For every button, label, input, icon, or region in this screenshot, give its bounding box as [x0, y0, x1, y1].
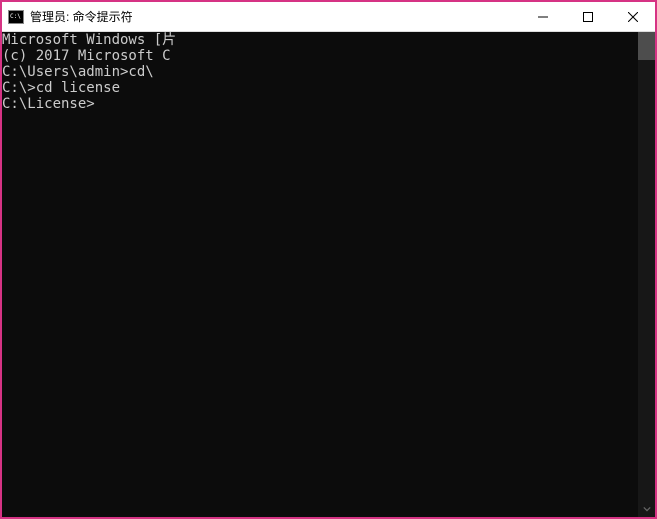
titlebar[interactable]: 管理员: 命令提示符: [2, 2, 655, 32]
terminal-line: C:\>cd license: [2, 80, 638, 96]
scrollbar-down-button[interactable]: [638, 500, 655, 517]
terminal-line: C:\Users\admin>cd\: [2, 64, 638, 80]
maximize-button[interactable]: [565, 2, 610, 31]
terminal-content[interactable]: Microsoft Windows [片(c) 2017 Microsoft C…: [2, 32, 638, 517]
cmd-window: 管理员: 命令提示符 Microsoft Windows [片(c) 2017 …: [2, 2, 655, 517]
scrollbar-track[interactable]: [638, 32, 655, 500]
terminal-line: (c) 2017 Microsoft C: [2, 48, 638, 64]
terminal-area: Microsoft Windows [片(c) 2017 Microsoft C…: [2, 32, 655, 517]
scrollbar-thumb[interactable]: [638, 32, 655, 60]
vertical-scrollbar[interactable]: [638, 32, 655, 517]
terminal-prompt-line: C:\License>: [2, 96, 638, 112]
minimize-button[interactable]: [520, 2, 565, 31]
close-button[interactable]: [610, 2, 655, 31]
window-controls: [520, 2, 655, 31]
cmd-icon: [8, 10, 24, 24]
titlebar-title: 管理员: 命令提示符: [30, 8, 520, 25]
terminal-prompt: C:\License>: [2, 96, 95, 112]
terminal-line: Microsoft Windows [片: [2, 32, 638, 48]
